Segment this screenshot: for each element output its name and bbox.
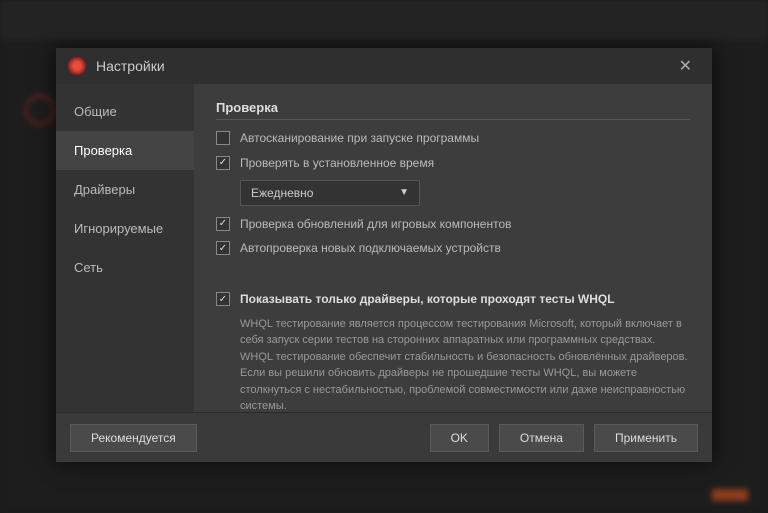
frequency-dropdown[interactable]: Ежедневно ▼ [240, 180, 420, 206]
ok-button[interactable]: OK [430, 424, 489, 452]
label-autoscan: Автосканирование при запуске программы [240, 130, 479, 147]
modal-footer: Рекомендуется OK Отмена Применить [56, 412, 712, 462]
option-game-components: Проверка обновлений для игровых компонен… [216, 216, 690, 233]
frequency-value: Ежедневно [251, 186, 313, 200]
checkbox-game[interactable] [216, 217, 230, 231]
app-logo-icon [68, 57, 86, 75]
sidebar-item-ignored[interactable]: Игнорируемые [56, 209, 194, 248]
checkbox-scheduled[interactable] [216, 156, 230, 170]
sidebar-item-network[interactable]: Сеть [56, 248, 194, 287]
label-game: Проверка обновлений для игровых компонен… [240, 216, 512, 233]
settings-modal: Настройки ✕ Общие Проверка Драйверы Игно… [56, 48, 712, 462]
modal-body: Общие Проверка Драйверы Игнорируемые Сет… [56, 84, 712, 412]
chevron-down-icon: ▼ [399, 187, 409, 198]
settings-sidebar: Общие Проверка Драйверы Игнорируемые Сет… [56, 84, 194, 412]
whql-description: WHQL тестирование является процессом тес… [240, 316, 690, 412]
option-whql: Показывать только драйверы, которые прох… [216, 291, 690, 308]
label-autodevice: Автопроверка новых подключаемых устройст… [240, 240, 501, 257]
apply-button[interactable]: Применить [594, 424, 698, 452]
settings-content: Проверка Автосканирование при запуске пр… [194, 84, 712, 412]
modal-title: Настройки [96, 58, 165, 74]
cancel-button[interactable]: Отмена [499, 424, 584, 452]
section-scan-title: Проверка [216, 100, 690, 120]
sidebar-item-general[interactable]: Общие [56, 92, 194, 131]
option-autodevice: Автопроверка новых подключаемых устройст… [216, 240, 690, 257]
recommended-button[interactable]: Рекомендуется [70, 424, 197, 452]
checkbox-autoscan[interactable] [216, 131, 230, 145]
sidebar-item-scan[interactable]: Проверка [56, 131, 194, 170]
label-scheduled: Проверять в установленное время [240, 155, 434, 172]
option-autoscan: Автосканирование при запуске программы [216, 130, 690, 147]
option-scheduled: Проверять в установленное время [216, 155, 690, 172]
checkbox-autodevice[interactable] [216, 241, 230, 255]
titlebar: Настройки ✕ [56, 48, 712, 84]
close-icon[interactable]: ✕ [671, 52, 700, 80]
sidebar-item-drivers[interactable]: Драйверы [56, 170, 194, 209]
checkbox-whql[interactable] [216, 292, 230, 306]
label-whql: Показывать только драйверы, которые прох… [240, 291, 615, 308]
